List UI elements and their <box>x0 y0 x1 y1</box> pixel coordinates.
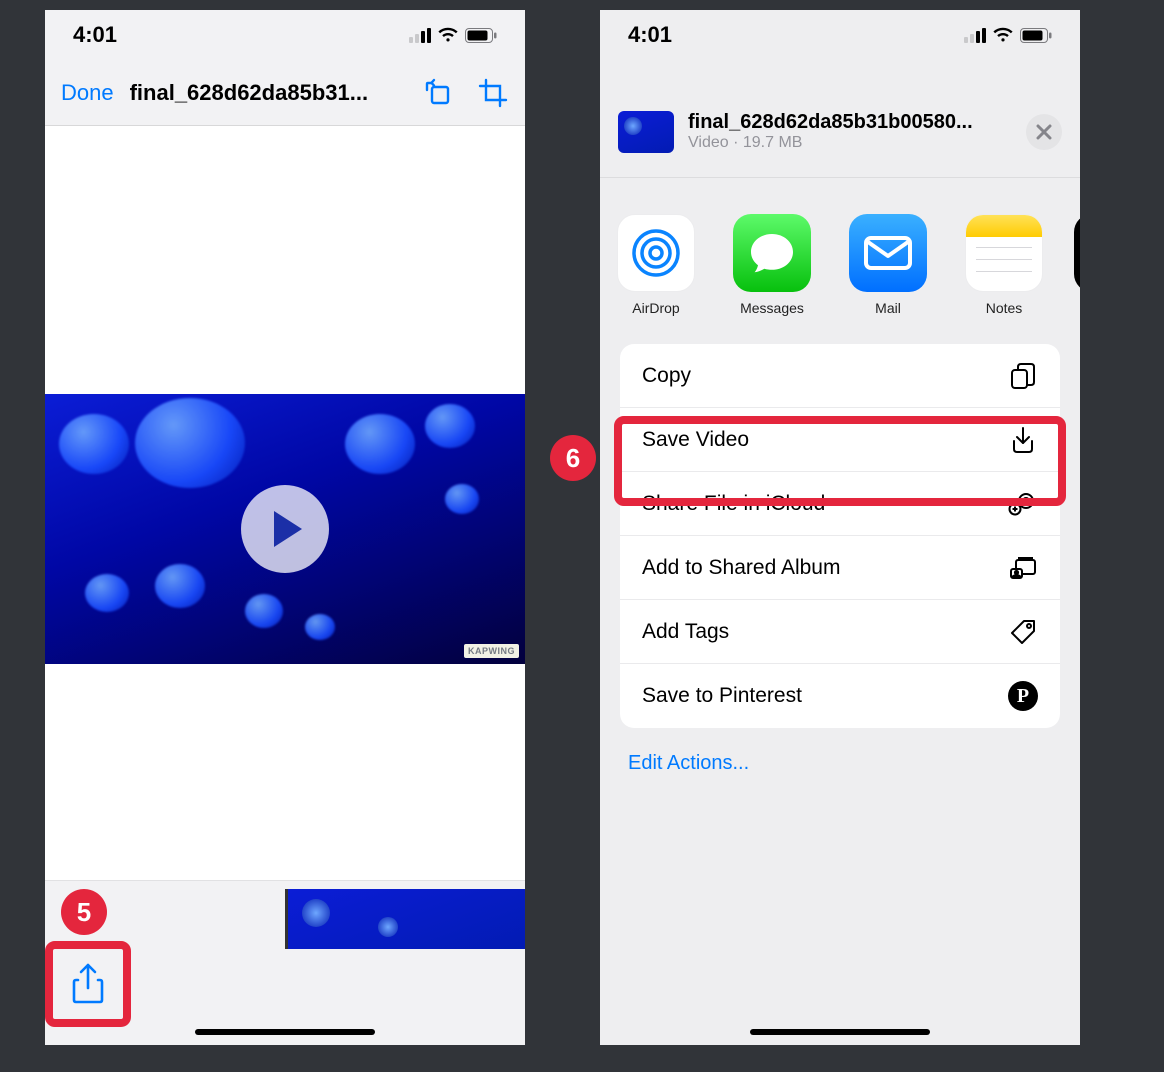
wifi-icon <box>437 27 459 43</box>
status-right <box>964 27 1052 43</box>
notes-button[interactable]: Notes <box>958 214 1050 316</box>
close-icon[interactable] <box>1026 114 1062 150</box>
share-sheet: final_628d62da85b31b00580... Video · 19.… <box>600 86 1080 1045</box>
status-time: 4:01 <box>73 22 117 48</box>
mail-button[interactable]: Mail <box>842 214 934 316</box>
battery-icon <box>1020 28 1052 43</box>
tag-icon <box>1008 617 1038 647</box>
more-apps-icon <box>1074 214 1080 292</box>
messages-label: Messages <box>726 300 818 316</box>
add-tags-label: Add Tags <box>642 620 729 644</box>
file-thumbnail <box>618 111 674 153</box>
status-bar: 4:01 <box>600 10 1080 60</box>
file-name: final_628d62da85b31... <box>130 80 407 106</box>
share-icloud-action[interactable]: Share File in iCloud <box>620 472 1060 536</box>
save-video-icon <box>1008 425 1038 455</box>
annotation-badge-5: 5 <box>61 889 107 935</box>
bottom-bar <box>45 880 525 1045</box>
phone-right: 4:01 final_628d62da85b31b00580... Video … <box>600 10 1080 1045</box>
airdrop-button[interactable]: AirDrop <box>610 214 702 316</box>
add-tags-action[interactable]: Add Tags <box>620 600 1060 664</box>
copy-action[interactable]: Copy <box>620 344 1060 408</box>
save-pinterest-action[interactable]: Save to Pinterest P <box>620 664 1060 728</box>
airdrop-label: AirDrop <box>610 300 702 316</box>
save-video-action[interactable]: Save Video <box>620 408 1060 472</box>
more-apps-button[interactable] <box>1074 214 1080 316</box>
notes-label: Notes <box>958 300 1050 316</box>
cellular-signal-icon <box>964 27 986 43</box>
watermark: KAPWING <box>464 644 519 658</box>
save-video-label: Save Video <box>642 428 749 452</box>
actions-list: Copy Save Video Share File in iCloud <box>620 344 1060 728</box>
home-indicator[interactable] <box>750 1029 930 1035</box>
home-indicator[interactable] <box>195 1029 375 1035</box>
mail-label: Mail <box>842 300 934 316</box>
add-shared-album-icon <box>1008 553 1038 583</box>
edit-actions-button[interactable]: Edit Actions... <box>600 728 1080 799</box>
add-shared-album-action[interactable]: Add to Shared Album <box>620 536 1060 600</box>
status-bar: 4:01 <box>45 10 525 60</box>
notes-icon <box>965 214 1043 292</box>
app-share-row[interactable]: AirDrop Messages Mail Notes <box>600 178 1080 334</box>
copy-icon <box>1008 361 1038 391</box>
nav-bar: Done final_628d62da85b31... <box>45 60 525 126</box>
phone-left: 4:01 Done final_628d62da85b31... <box>45 10 525 1045</box>
messages-button[interactable]: Messages <box>726 214 818 316</box>
add-shared-album-label: Add to Shared Album <box>642 556 840 580</box>
rotate-icon[interactable] <box>417 71 461 115</box>
timeline-thumbnail[interactable] <box>285 889 525 949</box>
share-button[interactable] <box>45 941 131 1027</box>
mail-icon <box>849 214 927 292</box>
share-sheet-header: final_628d62da85b31b00580... Video · 19.… <box>600 86 1080 178</box>
share-file-name: final_628d62da85b31b00580... <box>688 111 1012 134</box>
status-right <box>409 27 497 43</box>
share-icloud-icon <box>1008 489 1038 519</box>
cellular-signal-icon <box>409 27 431 43</box>
play-icon[interactable] <box>241 485 329 573</box>
status-time: 4:01 <box>628 22 672 48</box>
save-pinterest-label: Save to Pinterest <box>642 684 802 708</box>
video-preview[interactable]: KAPWING <box>45 394 525 664</box>
wifi-icon <box>992 27 1014 43</box>
share-icloud-label: Share File in iCloud <box>642 492 825 516</box>
share-file-subtitle: Video · 19.7 MB <box>688 134 1012 152</box>
pinterest-icon: P <box>1008 681 1038 711</box>
battery-icon <box>465 28 497 43</box>
crop-icon[interactable] <box>471 71 515 115</box>
done-button[interactable]: Done <box>55 80 120 106</box>
airdrop-icon <box>617 214 695 292</box>
messages-icon <box>733 214 811 292</box>
annotation-badge-6: 6 <box>550 435 596 481</box>
copy-label: Copy <box>642 364 691 388</box>
